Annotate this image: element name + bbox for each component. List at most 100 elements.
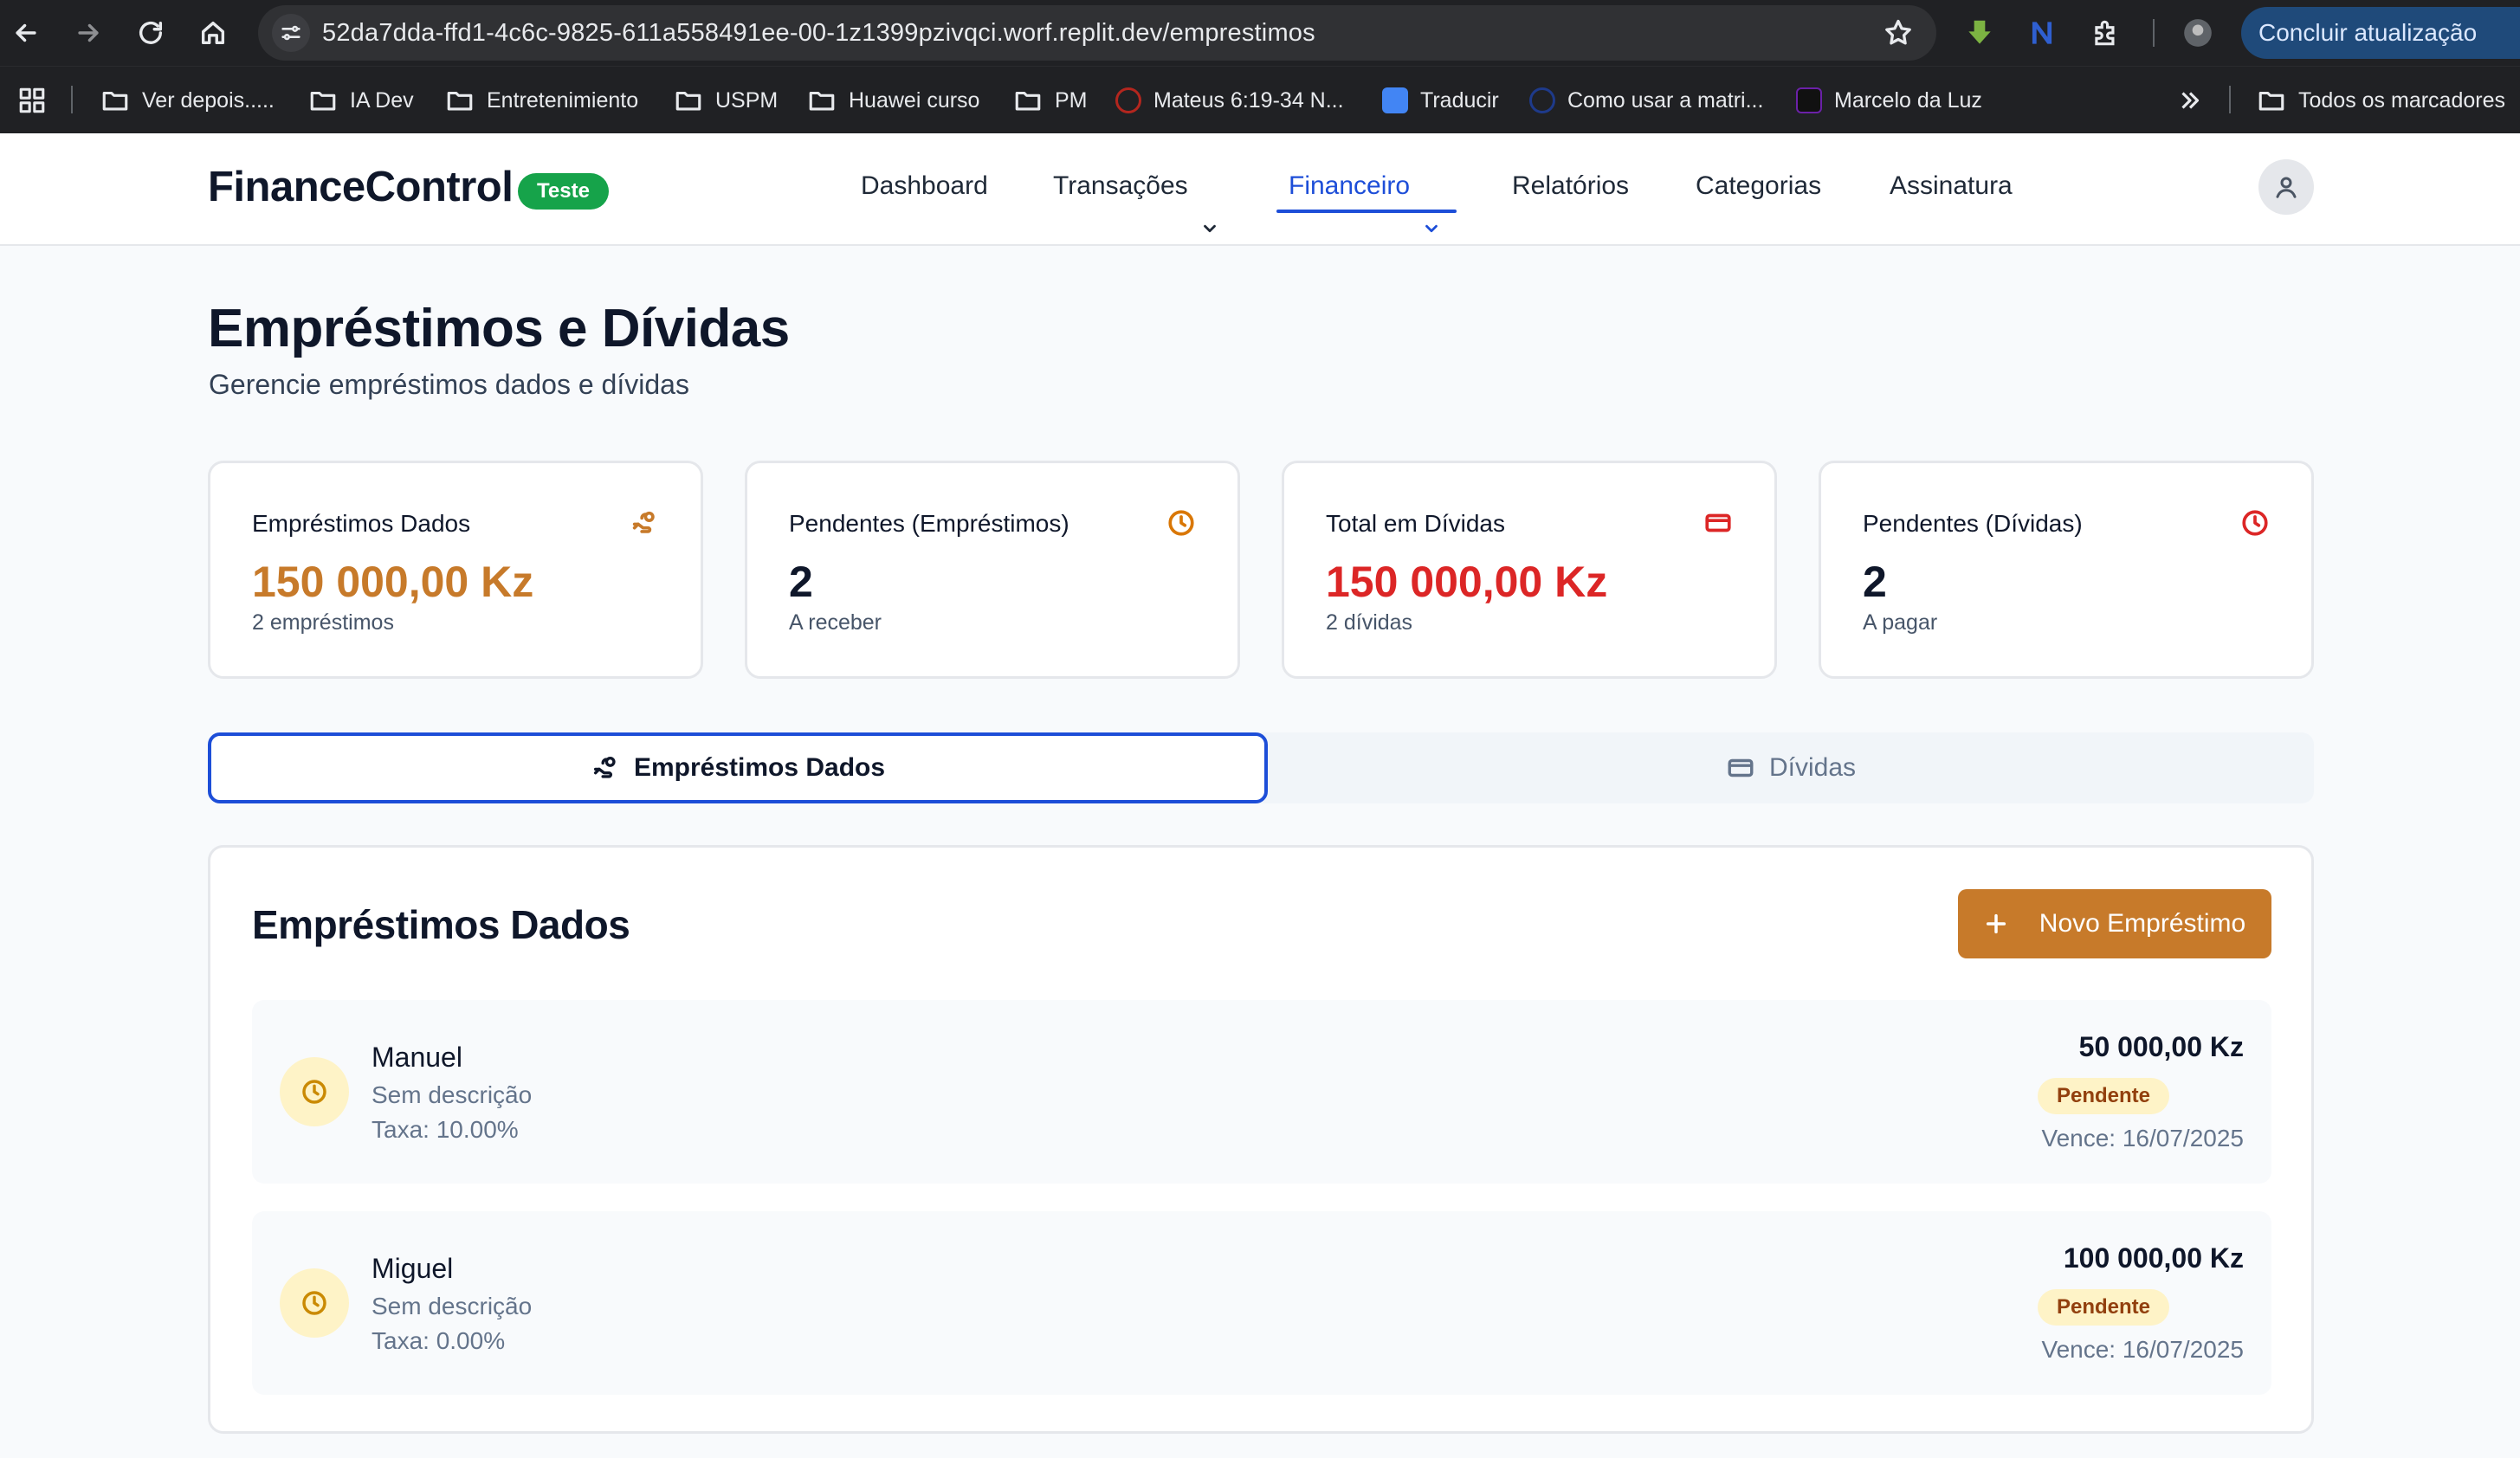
arrow-left-icon — [16, 23, 36, 42]
panel-title: Empréstimos Dados — [252, 902, 630, 947]
n-extension-icon[interactable] — [2023, 14, 2061, 52]
nav-relatorios[interactable]: Relatórios — [1512, 133, 1629, 246]
active-nav-indicator — [1276, 210, 1457, 213]
nav-assinatura[interactable]: Assinatura — [1890, 133, 2013, 246]
apps-grid-icon[interactable] — [17, 67, 47, 134]
plus-icon — [1986, 913, 2006, 934]
stat-value: 150 000,00 Kz — [1326, 558, 1608, 606]
loan-rate: Taxa: 0.00% — [372, 1327, 506, 1354]
pending-clock-icon — [280, 1268, 349, 1338]
bookmark-item[interactable]: Huawei curso — [807, 67, 979, 134]
stat-value: 2 — [789, 558, 813, 606]
tabs-list: Empréstimos Dados Dívidas — [208, 732, 2314, 803]
credit-card-icon — [1703, 508, 1733, 538]
new-loan-button[interactable]: Novo Empréstimo — [1958, 889, 2271, 958]
user-avatar[interactable] — [2258, 159, 2314, 215]
stat-label: Total em Dívidas — [1326, 510, 1505, 537]
bookmarks-separator — [71, 86, 73, 113]
bookmark-item[interactable]: Traducir — [1382, 67, 1499, 134]
stat-label: Pendentes (Empréstimos) — [789, 510, 1069, 537]
stat-card-loans-given: Empréstimos Dados 150 000,00 Kz 2 emprés… — [208, 461, 703, 679]
bookmark-item[interactable]: Marcelo da Luz — [1796, 67, 1982, 134]
bookmark-item[interactable]: Como usar a matri... — [1529, 67, 1763, 134]
arrow-right-icon — [78, 23, 99, 42]
address-bar[interactable]: 52da7dda-ffd1-4c6c-9825-611a558491ee-00-… — [258, 5, 1936, 61]
environment-badge: Teste — [518, 173, 609, 210]
stat-label: Empréstimos Dados — [252, 510, 471, 537]
clock-icon — [2240, 508, 2270, 538]
loan-row[interactable]: Manuel Sem descrição Taxa: 10.00% 50 000… — [252, 1000, 2271, 1184]
page-subtitle: Gerencie empréstimos dados e dívidas — [209, 369, 689, 400]
page-title: Empréstimos e Dívidas — [208, 299, 790, 358]
loan-row[interactable]: Miguel Sem descrição Taxa: 0.00% 100 000… — [252, 1211, 2271, 1395]
extensions-puzzle-icon[interactable] — [2087, 14, 2125, 52]
loan-rate: Taxa: 10.00% — [372, 1116, 519, 1143]
more-bookmarks-icon[interactable] — [2175, 67, 2205, 134]
clock-icon — [1166, 508, 1196, 538]
folder-icon — [1015, 91, 1041, 111]
folder-icon — [2258, 91, 2284, 111]
status-badge: Pendente — [2037, 1078, 2169, 1114]
home-icon — [201, 21, 225, 45]
nav-financeiro[interactable]: Financeiro — [1289, 133, 1441, 246]
stat-subtext: 2 dívidas — [1326, 610, 1413, 635]
loan-due-date: Vence: 16/07/2025 — [2041, 1336, 2244, 1363]
browser-toolbar: 52da7dda-ffd1-4c6c-9825-611a558491ee-00-… — [0, 0, 2520, 66]
folder-icon — [102, 91, 128, 111]
hand-coins-icon — [630, 508, 659, 538]
forward-button[interactable] — [68, 12, 109, 54]
brand-logo[interactable]: FinanceControl — [208, 163, 514, 211]
translate-icon — [1382, 87, 1408, 113]
site-icon — [1796, 87, 1822, 113]
update-button[interactable]: Concluir atualização — [2241, 7, 2520, 59]
loan-description: Sem descrição — [372, 1081, 533, 1108]
loan-description: Sem descrição — [372, 1293, 533, 1319]
bookmark-item[interactable]: IA Dev — [308, 67, 414, 134]
loan-due-date: Vence: 16/07/2025 — [2041, 1125, 2244, 1152]
reload-icon — [139, 21, 163, 44]
loan-amount: 50 000,00 Kz — [2078, 1031, 2244, 1062]
profile-icon[interactable] — [2179, 14, 2217, 52]
bookmark-item[interactable]: Ver depois..... — [100, 67, 275, 134]
tab-loans-given[interactable]: Empréstimos Dados — [208, 732, 1268, 803]
chevron-down-icon — [1200, 177, 1219, 233]
folder-icon — [310, 91, 336, 111]
nav-dashboard[interactable]: Dashboard — [861, 133, 988, 246]
site-icon — [1529, 87, 1555, 113]
stat-subtext: A receber — [789, 610, 882, 635]
bookmark-item[interactable]: Mateus 6:19-34 N... — [1115, 67, 1344, 134]
bookmark-item[interactable]: USPM — [674, 67, 778, 134]
back-button[interactable] — [5, 12, 47, 54]
toolbar-separator — [2153, 19, 2155, 47]
site-icon — [1115, 87, 1141, 113]
loan-amount: 100 000,00 Kz — [2063, 1242, 2244, 1274]
site-settings-icon[interactable] — [272, 14, 310, 52]
download-extension-icon[interactable] — [1961, 14, 1999, 52]
pending-clock-icon — [280, 1057, 349, 1126]
url-text[interactable]: 52da7dda-ffd1-4c6c-9825-611a558491ee-00-… — [322, 5, 1315, 61]
stat-label: Pendentes (Dívidas) — [1863, 510, 2083, 537]
home-button[interactable] — [192, 12, 234, 54]
all-bookmarks-folder[interactable]: Todos os marcadores — [2257, 67, 2505, 134]
bookmark-item[interactable]: PM — [1013, 67, 1088, 134]
app-header: FinanceControl Teste Dashboard Transaçõe… — [0, 133, 2520, 246]
loan-borrower-name: Miguel — [372, 1253, 454, 1284]
stat-card-pending-debts: Pendentes (Dívidas) 2 A pagar — [1819, 461, 2314, 679]
stat-card-total-debts: Total em Dívidas 150 000,00 Kz 2 dívidas — [1282, 461, 1777, 679]
bookmark-star-icon[interactable] — [1883, 17, 1914, 48]
nav-transacoes[interactable]: Transações — [1053, 133, 1219, 246]
bookmarks-bar: Ver depois..... IA Dev Entretenimiento U… — [0, 66, 2520, 133]
folder-icon — [447, 91, 473, 111]
stat-value: 2 — [1863, 558, 1887, 606]
bookmark-item[interactable]: Entretenimiento — [445, 67, 638, 134]
stat-value: 150 000,00 Kz — [252, 558, 534, 606]
credit-card-icon — [1728, 758, 1754, 777]
reload-button[interactable] — [130, 12, 171, 54]
folder-icon — [809, 91, 835, 111]
nav-categorias[interactable]: Categorias — [1696, 133, 1821, 246]
loan-borrower-name: Manuel — [372, 1042, 462, 1073]
tab-debts[interactable]: Dívidas — [1268, 732, 2314, 803]
chevron-down-icon — [1422, 177, 1441, 233]
hand-coins-icon — [593, 756, 616, 778]
stat-card-pending-loans: Pendentes (Empréstimos) 2 A receber — [745, 461, 1240, 679]
